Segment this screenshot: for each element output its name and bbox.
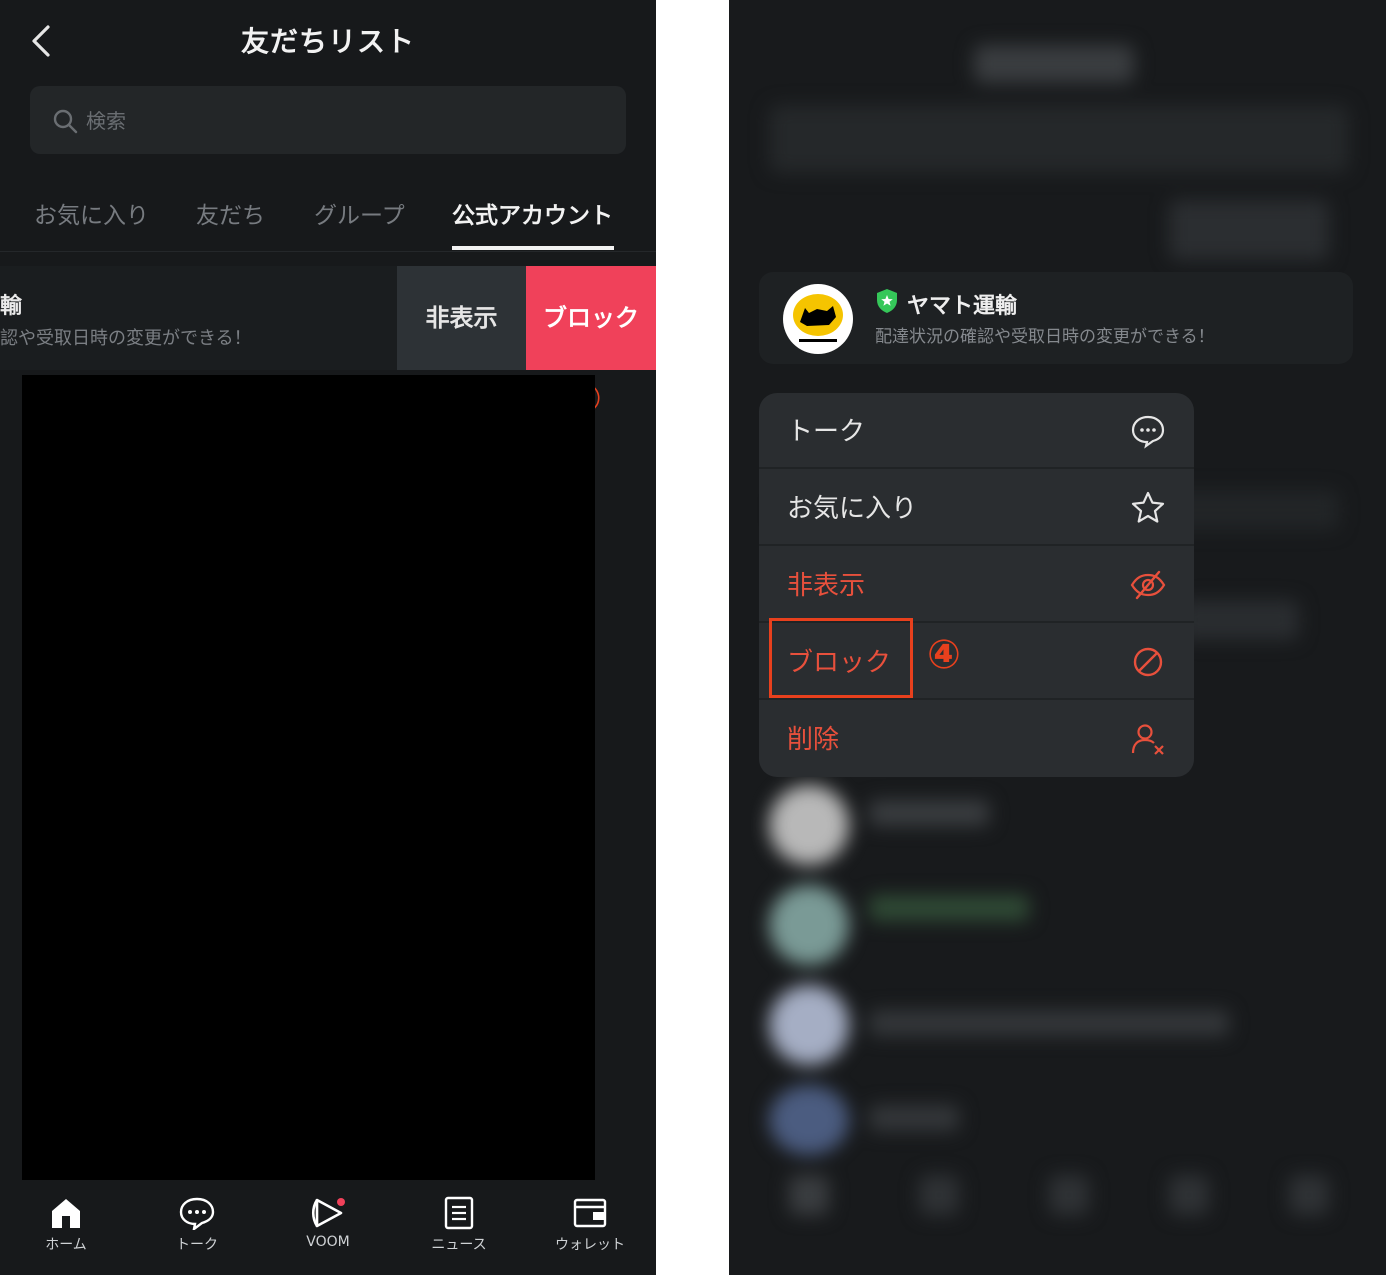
nav-news[interactable]: ニュース [404, 1196, 514, 1254]
search-input[interactable]: 検索 [30, 86, 626, 154]
menu-label: トーク [787, 417, 866, 447]
nav-voom-label: VOOM [306, 1234, 350, 1250]
page-title: 友だちリスト [240, 25, 415, 58]
search-icon [53, 109, 78, 134]
account-name-fragment: 輸 [0, 294, 23, 319]
account-card: ヤマト運輸 配達状況の確認や受取日時の変更ができる！ [759, 272, 1353, 364]
menu-item-hide[interactable]: 非表示 [759, 547, 1194, 623]
nav-news-label: ニュース [431, 1237, 487, 1253]
news-icon [444, 1196, 474, 1230]
block-icon [1133, 647, 1163, 677]
tab-friends[interactable]: 友だち [196, 196, 265, 230]
yamato-logo [783, 284, 853, 354]
remove-user-icon [1131, 724, 1164, 755]
nav-home-label: ホーム [45, 1237, 87, 1253]
tab-favorites[interactable]: お気に入り [34, 196, 149, 230]
menu-item-delete[interactable]: 削除 [759, 701, 1194, 777]
account-desc-fragment: 認や受取日時の変更ができる！ [0, 328, 252, 349]
nav-home[interactable]: ホーム [11, 1196, 121, 1254]
tab-groups[interactable]: グループ [314, 196, 405, 230]
account-desc: 配達状況の確認や受取日時の変更ができる！ [875, 327, 1215, 347]
nav-talk-label: トーク [176, 1237, 218, 1253]
redacted-area [22, 375, 595, 1180]
hide-button[interactable]: 非表示 [397, 266, 526, 370]
menu-label: 非表示 [787, 571, 866, 601]
verified-shield-icon [877, 289, 897, 313]
menu-item-favorite[interactable]: お気に入り [759, 470, 1194, 546]
account-name: ヤマト運輸 [907, 294, 1018, 319]
menu-label: 削除 [787, 725, 840, 755]
menu-item-talk[interactable]: トーク [759, 393, 1194, 469]
block-highlight-box [769, 618, 913, 698]
eye-off-icon [1130, 570, 1166, 600]
chat-bubble-icon [179, 1197, 215, 1230]
block-button[interactable]: ブロック [526, 266, 656, 370]
menu-label: お気に入り [787, 494, 918, 524]
friend-list-screen: 友だちリスト 検索 お気に入り 友だち グループ 公式アカウント 輸 認や受取日… [0, 0, 656, 1275]
search-placeholder: 検索 [86, 109, 126, 133]
nav-talk[interactable]: トーク [142, 1196, 252, 1254]
star-icon [1131, 491, 1165, 523]
context-menu: トーク お気に入り 非表示 ブロック 削除 [759, 393, 1194, 777]
tab-official-accounts[interactable]: 公式アカウント [452, 196, 613, 230]
wallet-icon [573, 1198, 607, 1228]
nav-wallet-label: ウォレット [555, 1237, 625, 1253]
friend-list-tabs: お気に入り 友だち グループ 公式アカウント [0, 190, 656, 252]
bottom-nav: ホーム トーク VOOM ニュース ウォレット [0, 1186, 656, 1275]
notification-dot [337, 1198, 345, 1206]
step-marker: ④ [927, 632, 961, 678]
home-icon [52, 1199, 80, 1228]
context-menu-screen: ヤマト運輸 配達状況の確認や受取日時の変更ができる！ トーク お気に入り 非表示 [729, 0, 1386, 1275]
active-tab-indicator [452, 246, 614, 250]
nav-wallet[interactable]: ウォレット [535, 1196, 645, 1254]
nav-voom[interactable]: VOOM [273, 1196, 383, 1250]
chat-bubble-icon [1131, 415, 1165, 449]
